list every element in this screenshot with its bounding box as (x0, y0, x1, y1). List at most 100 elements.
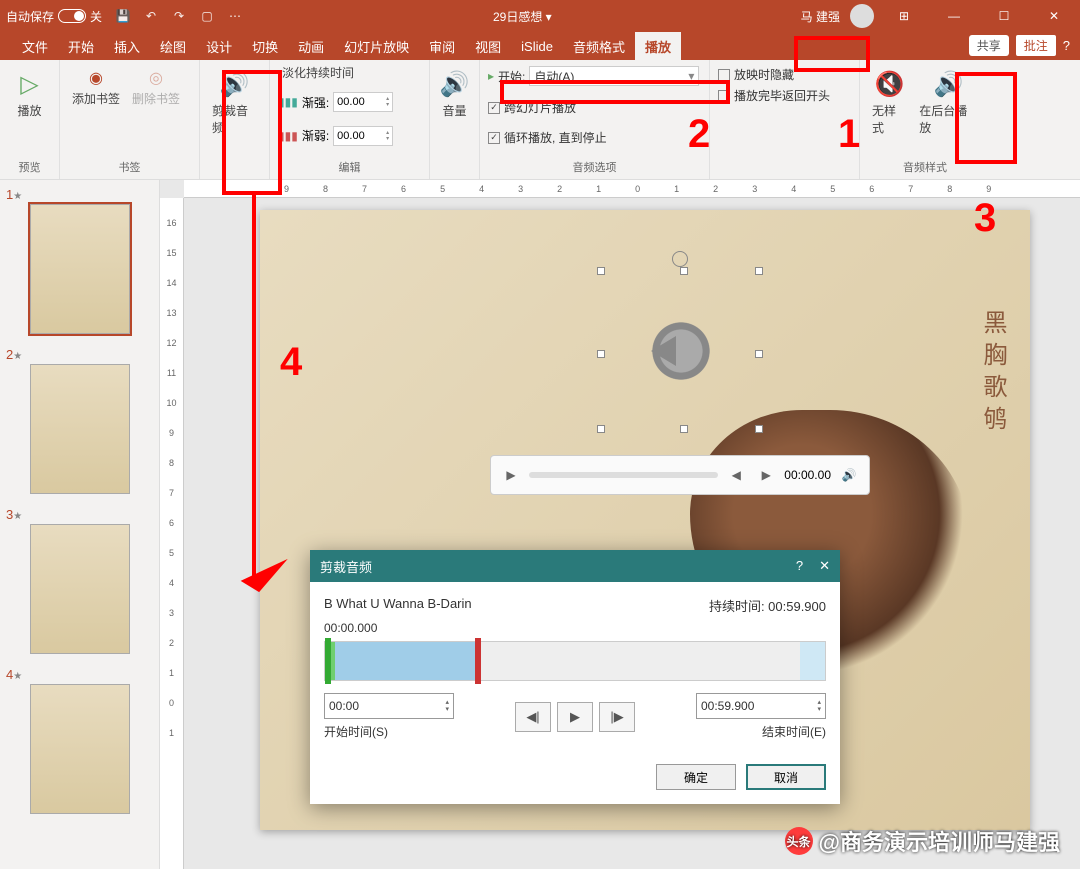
player-volume-icon[interactable]: 🔊 (837, 463, 861, 487)
fade-out-icon: ▮▮▮ (278, 129, 298, 143)
dialog-titlebar[interactable]: 剪裁音频 ? ✕ (310, 550, 840, 582)
anim-star-icon: ★ (13, 511, 22, 522)
tab-view[interactable]: 视图 (465, 32, 511, 60)
slideshow-icon[interactable]: ▢ (198, 7, 216, 25)
thumb-4[interactable]: 4★ (6, 666, 153, 814)
tab-transitions[interactable]: 切换 (242, 32, 288, 60)
start-time-input[interactable]: 00:00 (324, 693, 454, 719)
tab-draw[interactable]: 绘图 (150, 32, 196, 60)
dialog-next-frame-icon[interactable]: |▶ (599, 702, 635, 732)
resize-handle[interactable] (597, 425, 605, 433)
watermark-text: @商务演示培训师马建强 (819, 825, 1060, 857)
tab-file[interactable]: 文件 (12, 32, 58, 60)
thumb-2[interactable]: 2★ (6, 346, 153, 494)
autosave-toggle[interactable]: 自动保存 关 (6, 8, 102, 25)
add-bookmark-button[interactable]: ◉ 添加书签 (68, 64, 124, 111)
dialog-close-icon[interactable]: ✕ (819, 558, 830, 574)
avatar-icon[interactable] (850, 4, 874, 28)
rewind-label: 播放完毕返回开头 (734, 87, 830, 104)
title-bar: 自动保存 关 💾 ↶ ↷ ▢ ⋯ 29日感想 ▾ 马 建强 ⊞ — ☐ ✕ (0, 0, 1080, 32)
close-icon[interactable]: ✕ (1034, 9, 1074, 23)
resize-handle[interactable] (680, 425, 688, 433)
slide-thumbnails[interactable]: 1★ 2★ 3★ 4★ (0, 180, 160, 869)
tab-slideshow[interactable]: 幻灯片放映 (334, 32, 419, 60)
tab-playback[interactable]: 播放 (635, 32, 681, 60)
rotate-handle-icon[interactable] (672, 251, 688, 267)
remove-bookmark-button: ◎ 删除书签 (128, 64, 184, 111)
ok-button[interactable]: 确定 (656, 764, 736, 790)
ribbon-options-icon[interactable]: ⊞ (884, 9, 924, 23)
player-prev-icon[interactable]: ◀ (724, 463, 748, 487)
player-next-icon[interactable]: ▶ (754, 463, 778, 487)
bookmark-remove-icon: ◎ (146, 68, 166, 88)
more-icon[interactable]: ⋯ (226, 7, 244, 25)
player-play-icon[interactable]: ▶ (499, 463, 523, 487)
anim-star-icon: ★ (13, 671, 22, 682)
start-label: 开始: (498, 68, 525, 85)
end-time-input[interactable]: 00:59.900 (696, 693, 826, 719)
rewind-checkbox[interactable] (718, 90, 730, 102)
audio-object-selection[interactable] (600, 270, 760, 430)
tab-design[interactable]: 设计 (196, 32, 242, 60)
fade-duration-label: 淡化持续时间 (278, 64, 421, 81)
across-slides-checkbox[interactable]: ✓ (488, 102, 500, 114)
start-dropdown[interactable]: 自动(A) (529, 66, 699, 86)
tab-home[interactable]: 开始 (58, 32, 104, 60)
redo-icon[interactable]: ↷ (170, 7, 188, 25)
fade-in-input[interactable]: 00.00 (333, 92, 393, 112)
speaker-icon: 🔊 (219, 68, 251, 100)
no-style-button[interactable]: 🔇 无样式 (868, 64, 911, 140)
start-play-icon: ▸ (488, 69, 494, 83)
help-icon[interactable]: ? (1063, 38, 1070, 53)
player-progress[interactable] (529, 472, 718, 478)
track-name: B What U Wanna B-Darin (324, 596, 472, 615)
fade-out-input[interactable]: 00.00 (333, 126, 393, 146)
thumb-1[interactable]: 1★ (6, 186, 153, 334)
start-time-label: 开始时间(S) (324, 723, 454, 740)
dialog-play-icon[interactable]: ▶ (557, 702, 593, 732)
annotation-4: 4 (280, 340, 302, 385)
trim-start-handle[interactable] (325, 638, 331, 684)
resize-handle[interactable] (755, 350, 763, 358)
save-icon[interactable]: 💾 (114, 7, 132, 25)
play-background-button[interactable]: 🔊 在后台播放 (915, 64, 982, 140)
loop-checkbox[interactable]: ✓ (488, 132, 500, 144)
maximize-icon[interactable]: ☐ (984, 9, 1024, 23)
trim-audio-button[interactable]: 🔊 剪裁音频 (208, 64, 261, 140)
undo-icon[interactable]: ↶ (142, 7, 160, 25)
share-button[interactable]: 共享 (969, 35, 1009, 56)
audio-speaker-icon (631, 301, 731, 401)
resize-handle[interactable] (680, 267, 688, 275)
annotation-3: 3 (974, 196, 996, 241)
document-title[interactable]: 29日感想 ▾ (244, 8, 801, 25)
volume-button[interactable]: 🔊 音量 (438, 64, 471, 123)
preview-play-button[interactable]: ▷ 播放 (8, 64, 51, 123)
resize-handle[interactable] (755, 267, 763, 275)
thumb-3[interactable]: 3★ (6, 506, 153, 654)
tab-islide[interactable]: iSlide (511, 32, 563, 60)
resize-handle[interactable] (755, 425, 763, 433)
ribbon-tabs: 文件 开始 插入 绘图 设计 切换 动画 幻灯片放映 审阅 视图 iSlide … (0, 32, 1080, 60)
toggle-icon (58, 9, 86, 23)
resize-handle[interactable] (597, 350, 605, 358)
slide-vertical-text: 黑胸歌鸲 (975, 310, 1010, 438)
vertical-ruler: 1615141312111098765432101 (160, 198, 184, 869)
comments-button[interactable]: 批注 (1015, 34, 1057, 57)
hide-checkbox[interactable] (718, 69, 730, 81)
minimize-icon[interactable]: — (934, 9, 974, 23)
hide-label: 放映时隐藏 (734, 66, 794, 83)
horizontal-ruler: 9876543210123456789 (184, 180, 1080, 198)
dialog-help-icon[interactable]: ? (796, 558, 803, 574)
tab-animations[interactable]: 动画 (288, 32, 334, 60)
resize-handle[interactable] (597, 267, 605, 275)
tab-insert[interactable]: 插入 (104, 32, 150, 60)
watermark: 头条 @商务演示培训师马建强 (785, 825, 1060, 857)
bookmark-group-label: 书签 (68, 159, 191, 175)
dialog-prev-frame-icon[interactable]: ◀| (515, 702, 551, 732)
trim-end-handle[interactable] (475, 638, 481, 684)
cancel-button[interactable]: 取消 (746, 764, 826, 790)
annotation-arrow-4 (252, 195, 256, 585)
tab-review[interactable]: 审阅 (419, 32, 465, 60)
tab-audio-format[interactable]: 音频格式 (563, 32, 635, 60)
waveform[interactable] (324, 641, 826, 681)
